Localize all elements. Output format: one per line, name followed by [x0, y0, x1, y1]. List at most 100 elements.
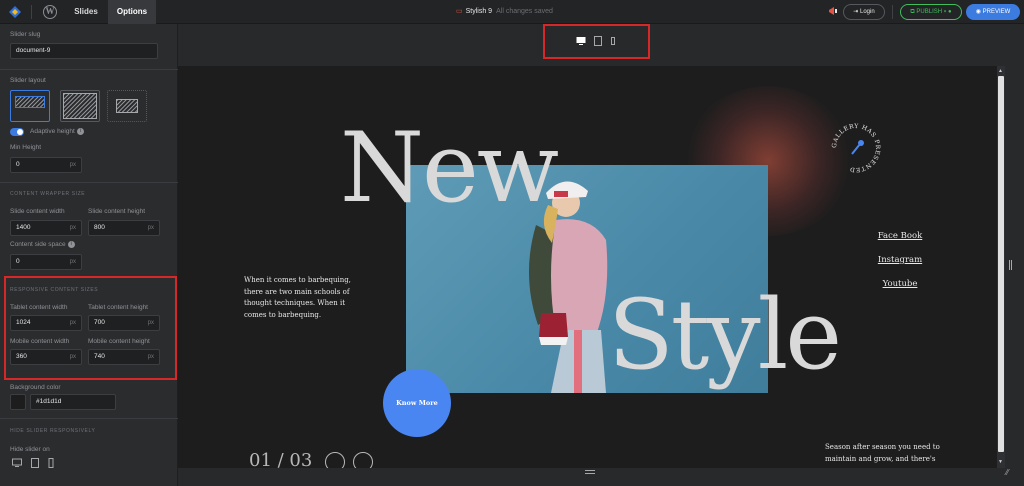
- wordpress-icon[interactable]: W: [43, 5, 57, 19]
- publish-button[interactable]: ⧉ PUBLISH ▾ ●: [900, 4, 962, 20]
- publish-label: PUBLISH: [916, 9, 943, 15]
- tab-slides[interactable]: Slides: [66, 0, 106, 24]
- content-side-space-value: 0: [16, 258, 20, 265]
- top-bar: W Slides Options ▭ Stylish 9 All changes s…: [0, 0, 1024, 24]
- tablet-icon[interactable]: [30, 458, 40, 468]
- doc-title-text: Stylish 9: [465, 8, 493, 15]
- divider: [892, 5, 893, 19]
- season-text[interactable]: Season after season you need to maintain…: [825, 441, 945, 465]
- login-icon: ⇥: [853, 9, 859, 15]
- document-title: ▭ Stylish 9 All changes saved: [456, 7, 553, 15]
- tablet-view-icon[interactable]: [593, 36, 603, 46]
- layout-option-full-width[interactable]: [60, 90, 100, 122]
- slider-slug-label: Slider slug: [10, 31, 41, 38]
- divider: [0, 182, 178, 183]
- heading-style[interactable]: Style: [608, 279, 842, 391]
- tablet-height-input[interactable]: 700 px: [88, 315, 160, 331]
- mobile-width-label: Mobile content width: [10, 338, 70, 345]
- unit-label: px: [69, 354, 76, 360]
- content-side-space-text: Content side space: [10, 241, 66, 249]
- tab-options[interactable]: Options: [108, 0, 156, 24]
- background-color-label: Background color: [10, 384, 61, 391]
- content-side-space-label: Content side space i: [10, 241, 75, 248]
- resize-handle-right[interactable]: [1009, 260, 1012, 270]
- unit-label: px: [69, 162, 76, 168]
- tablet-width-label: Tablet content width: [10, 304, 68, 311]
- adaptive-height-toggle[interactable]: [10, 128, 24, 136]
- preview-label: PREVIEW: [982, 9, 1011, 15]
- slide-content-height-label: Slide content height: [88, 208, 146, 215]
- tablet-width-value: 1024: [16, 319, 31, 326]
- layout-option-full-screen[interactable]: [107, 90, 147, 122]
- tablet-height-label: Tablet content height: [88, 304, 148, 311]
- unit-label: px: [147, 320, 154, 326]
- info-icon[interactable]: i: [76, 128, 84, 135]
- tablet-width-input[interactable]: 1024 px: [10, 315, 82, 331]
- hide-responsive-section-title: HIDE SLIDER RESPONSIVELY: [10, 428, 96, 434]
- app-logo-icon[interactable]: [8, 5, 22, 19]
- megaphone-icon[interactable]: [827, 5, 839, 17]
- mobile-view-icon[interactable]: [608, 36, 618, 46]
- scrollbar-thumb[interactable]: [998, 76, 1004, 452]
- mobile-height-value: 740: [94, 353, 105, 360]
- responsive-section-title: RESPONSIVE CONTENT SIZES: [10, 287, 99, 293]
- save-status: All changes saved: [496, 8, 553, 15]
- scroll-up-icon[interactable]: ▲: [998, 68, 1003, 74]
- background-color-swatch[interactable]: [10, 394, 26, 410]
- preview-button[interactable]: ◉ PREVIEW: [966, 4, 1020, 20]
- slider-slug-value: document-9: [16, 47, 51, 54]
- resize-corner-icon[interactable]: ⁄⁄: [1006, 468, 1009, 477]
- options-sidebar: Slider slug document-9 Slider layout Ada…: [0, 24, 178, 486]
- resize-handle-bottom[interactable]: [585, 470, 595, 474]
- slide-content-width-input[interactable]: 1400 px: [10, 220, 82, 236]
- heading-new[interactable]: New: [340, 112, 559, 224]
- slide-preview[interactable]: New Style GALLERY HAS PRESENTED When it …: [178, 66, 997, 468]
- slide-content-width-value: 1400: [16, 224, 31, 231]
- min-height-value: 0: [16, 161, 20, 168]
- gallery-badge[interactable]: GALLERY HAS PRESENTED: [826, 118, 886, 178]
- mobile-width-value: 360: [16, 353, 27, 360]
- mobile-height-label: Mobile content height: [88, 338, 150, 345]
- know-more-button[interactable]: Know More: [383, 369, 451, 437]
- divider: [31, 5, 32, 19]
- mobile-icon[interactable]: [46, 458, 56, 468]
- background-color-input[interactable]: #1d1d1d: [30, 394, 116, 410]
- mobile-height-input[interactable]: 740 px: [88, 349, 160, 365]
- next-arrow-button[interactable]: [353, 452, 373, 468]
- layout-option-boxed[interactable]: [10, 90, 50, 122]
- hide-slider-on-label: Hide slider on: [10, 446, 50, 453]
- prev-arrow-button[interactable]: [325, 452, 345, 468]
- login-label: Login: [860, 9, 875, 15]
- content-side-space-input[interactable]: 0 px: [10, 254, 82, 270]
- min-height-input[interactable]: 0 px: [10, 157, 82, 173]
- unit-label: px: [69, 225, 76, 231]
- background-color-value: #1d1d1d: [36, 398, 62, 405]
- link-facebook[interactable]: Face Book: [868, 231, 932, 241]
- adaptive-height-text: Adaptive height: [30, 128, 75, 136]
- info-icon[interactable]: i: [67, 241, 75, 248]
- link-youtube[interactable]: Youtube: [868, 279, 932, 289]
- login-button[interactable]: ⇥ Login: [843, 4, 885, 20]
- slide-content-width-label: Slide content width: [10, 208, 65, 215]
- external-link-icon: ⧉: [910, 9, 915, 15]
- slider-doc-icon: ▭: [456, 8, 463, 15]
- divider: [0, 418, 178, 419]
- eye-icon: ◉: [975, 9, 981, 15]
- slide-content-height-value: 800: [94, 224, 105, 231]
- desktop-icon[interactable]: [12, 458, 22, 468]
- desktop-view-icon[interactable]: [576, 36, 586, 46]
- mobile-width-input[interactable]: 360 px: [10, 349, 82, 365]
- unit-label: px: [69, 259, 76, 265]
- slide-content-height-input[interactable]: 800 px: [88, 220, 160, 236]
- canvas-bottom-bar: [178, 468, 1024, 486]
- unit-label: px: [147, 225, 154, 231]
- link-instagram[interactable]: Instagram: [868, 255, 932, 265]
- scroll-down-icon[interactable]: ▼: [998, 459, 1003, 465]
- status-dot-icon: ●: [947, 9, 952, 15]
- unit-label: px: [69, 320, 76, 326]
- slider-slug-input[interactable]: document-9: [10, 43, 158, 59]
- chevron-down-icon: ▾: [943, 9, 947, 15]
- adaptive-height-label: Adaptive height i: [30, 128, 84, 135]
- intro-paragraph[interactable]: When it comes to barbequing, there are t…: [244, 275, 354, 321]
- divider: [0, 69, 178, 70]
